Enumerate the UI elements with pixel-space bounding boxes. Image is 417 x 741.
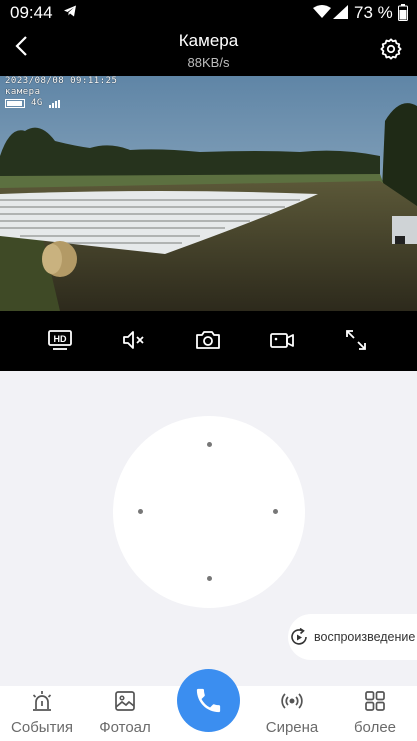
osd-camera-name: камера [5, 87, 41, 97]
nav-siren-label: Сирена [265, 719, 319, 736]
nav-events[interactable]: События [0, 686, 87, 741]
battery-icon [398, 4, 408, 26]
page-title: Камера [178, 31, 239, 50]
mute-button[interactable] [121, 329, 147, 355]
osd-signal-icon [48, 99, 60, 108]
video-frame [0, 76, 417, 311]
phone-icon [196, 688, 221, 713]
signal-icon [333, 5, 349, 24]
nav-photo-album[interactable]: Фотоал [80, 686, 170, 741]
call-button[interactable] [177, 669, 240, 732]
gear-icon [380, 38, 402, 60]
svg-text:HD: HD [54, 334, 67, 344]
nav-siren[interactable]: Сирена [247, 686, 337, 741]
playback-button[interactable]: воспроизведение [288, 614, 417, 660]
top-bar: 09:44 73 % Камера 88KB/s [0, 0, 417, 76]
fullscreen-button[interactable] [343, 329, 369, 355]
osd-status-row: 4G [5, 98, 117, 109]
record-button[interactable] [269, 329, 295, 355]
camera-icon [196, 331, 220, 349]
grid-icon [365, 691, 385, 711]
playback-icon [291, 627, 307, 645]
status-bar: 09:44 73 % [0, 0, 417, 26]
hd-icon: HD [48, 330, 72, 350]
battery-percent: 73 % [354, 3, 393, 22]
siren-icon [281, 693, 303, 709]
ptz-up-dot[interactable] [207, 442, 212, 447]
nav-more[interactable]: более [330, 686, 417, 741]
alarm-light-icon [32, 691, 52, 711]
settings-button[interactable] [380, 38, 402, 65]
nav-more-label: более [353, 719, 397, 736]
status-time: 09:44 [10, 3, 53, 22]
image-icon [115, 691, 135, 711]
video-controls-bar: HD [0, 311, 417, 371]
nav-photo-album-label: Фотоал [99, 719, 151, 736]
ptz-down-dot[interactable] [207, 576, 212, 581]
wifi-icon [313, 5, 331, 24]
osd-datetime: 2023/08/08 09:11:25 [5, 76, 118, 86]
ptz-left-dot[interactable] [138, 509, 143, 514]
osd-battery-icon [5, 99, 25, 108]
telegram-icon [63, 4, 77, 23]
snapshot-button[interactable] [195, 329, 221, 355]
hd-button[interactable]: HD [47, 329, 73, 355]
ptz-right-dot[interactable] [273, 509, 278, 514]
mute-icon [123, 331, 144, 349]
nav-events-label: События [11, 719, 73, 736]
video-osd: 2023/08/08 09:11:25 камера 4G [5, 76, 117, 109]
video-record-icon [270, 333, 294, 348]
camera-video-feed[interactable]: 2023/08/08 09:11:25 камера 4G [0, 76, 417, 311]
osd-network-label: 4G [31, 98, 43, 108]
bitrate-label: 88KB/s [187, 55, 230, 70]
fullscreen-icon [346, 330, 366, 350]
ptz-joystick[interactable] [113, 416, 305, 608]
playback-label: воспроизведение [314, 630, 416, 644]
